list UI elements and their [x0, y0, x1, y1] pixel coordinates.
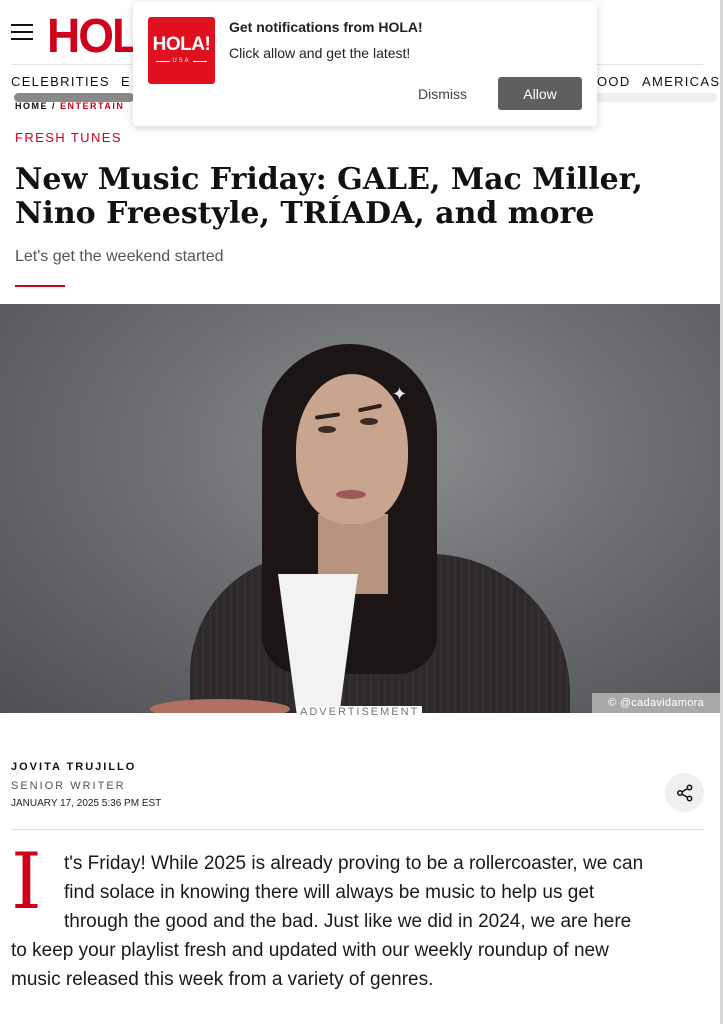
hero-hand [150, 699, 290, 713]
article-category[interactable]: FRESH TUNES [15, 130, 122, 145]
nav-item-celebrities[interactable]: CELEBRITIES [11, 74, 110, 89]
dismiss-button[interactable]: Dismiss [418, 86, 467, 102]
body-line: t's Friday! While 2025 is already provin… [64, 853, 644, 874]
breadcrumb-separator: / [52, 101, 57, 111]
body-line: through the good and the bad. Just like … [64, 911, 632, 932]
advertisement-label: ADVERTISEMENT [297, 706, 423, 718]
share-icon [676, 784, 692, 801]
breadcrumb: HOME / ENTERTAIN [15, 101, 124, 111]
nav-item-food[interactable]: OOD [597, 74, 631, 89]
body-line: to keep your playlist fresh and updated … [11, 940, 609, 961]
notification-title: Get notifications from HOLA! [229, 19, 423, 35]
drop-cap: I [11, 837, 42, 927]
notification-logo: HOLA! USA [148, 17, 215, 84]
article-title: New Music Friday: GALE, Mac Miller, Nino… [15, 162, 643, 231]
author-divider [11, 829, 704, 830]
image-credit: © @cadavidamora [592, 693, 720, 713]
hamburger-menu-icon[interactable] [11, 24, 33, 42]
breadcrumb-home[interactable]: HOME [15, 101, 48, 111]
title-accent-rule [15, 285, 65, 287]
author-role: SENIOR WRITER [11, 780, 126, 792]
star-hairpin-icon: ✦ [392, 384, 408, 404]
body-line: find solace in knowing there will always… [64, 882, 595, 903]
allow-button[interactable]: Allow [498, 77, 582, 110]
notification-text: Click allow and get the latest! [229, 45, 411, 61]
hero-image: ✦ © @cadavidamora [0, 304, 720, 713]
hero-lips [336, 490, 366, 499]
nav-item-americas[interactable]: AMERICAS [642, 74, 720, 89]
hero-eye-left [318, 426, 336, 433]
share-button[interactable] [665, 773, 704, 812]
notification-prompt: HOLA! USA Get notifications from HOLA! C… [133, 2, 597, 126]
logo-line-right [193, 61, 207, 62]
author-name[interactable]: JOVITA TRUJILLO [11, 761, 136, 773]
publish-date: JANUARY 17, 2025 5:36 PM EST [11, 798, 162, 809]
breadcrumb-current[interactable]: ENTERTAIN [60, 101, 124, 111]
nav-item-entertainment[interactable]: E [121, 74, 131, 89]
notification-logo-text: HOLA! [152, 34, 211, 55]
hero-eye-right [360, 418, 378, 425]
article-subtitle: Let's get the weekend started [15, 248, 224, 265]
body-line: music released this week from a variety … [11, 969, 434, 990]
